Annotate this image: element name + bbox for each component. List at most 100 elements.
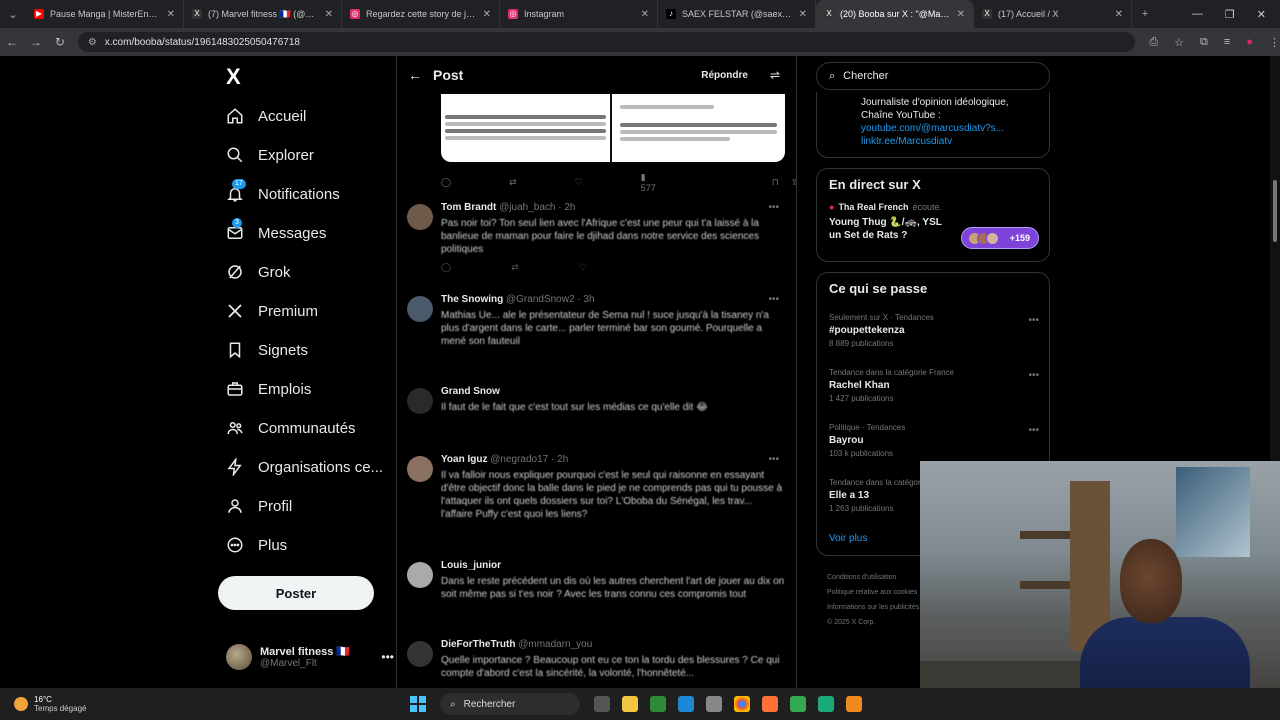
nav-item-more[interactable]: Plus (226, 532, 287, 558)
browser-tab[interactable]: ◎ Regardez cette story de john cr ✕ (342, 0, 500, 28)
reply-button[interactable]: Répondre (701, 70, 748, 81)
browser-tab[interactable]: X (7) Marvel fitness 🇫🇷 (@Marvel_ ✕ (184, 0, 342, 28)
post-media-image[interactable] (441, 94, 785, 162)
linktree-link[interactable]: linktr.ee/Marcusdiatv (861, 135, 1039, 148)
nav-item-premium[interactable]: Premium (226, 298, 318, 324)
avatar[interactable] (407, 641, 433, 667)
nav-item-explore[interactable]: Explorer (226, 142, 314, 168)
xbox-icon[interactable] (650, 696, 666, 712)
edge-icon[interactable] (678, 696, 694, 712)
back-arrow-icon[interactable]: ← (0, 35, 24, 49)
install-app-icon[interactable]: ⎙ (1149, 36, 1158, 49)
bookmark-icon[interactable]: ⊓ (772, 177, 779, 188)
reply-author[interactable]: Louis_junior (441, 560, 785, 571)
browser-tab[interactable]: ♪ SAEX FELSTAR (@saexfelstar) | ✕ (658, 0, 816, 28)
more-dots-icon[interactable]: ••• (1028, 315, 1039, 326)
reply-icon[interactable]: ◯ (441, 262, 451, 273)
repost-icon[interactable]: ⇄ (511, 262, 519, 273)
close-tab-icon[interactable]: ✕ (1115, 9, 1123, 20)
search-input[interactable]: ⌕ Chercher (816, 62, 1050, 90)
reply-author[interactable]: DieForTheTruth @mmadarn_you (441, 639, 785, 650)
avatar[interactable] (407, 456, 433, 482)
reply-author[interactable]: Grand Snow (441, 386, 785, 397)
store-icon[interactable] (706, 696, 722, 712)
live-host[interactable]: ● Tha Real French écoute. (829, 202, 1037, 212)
browser-tab-active[interactable]: X (20) Booba sur X : "@MarcusD ✕ (816, 0, 974, 28)
task-view-icon[interactable] (594, 696, 610, 712)
extensions-icon[interactable]: ⧉ (1200, 36, 1208, 49)
close-tab-icon[interactable]: ✕ (957, 9, 965, 20)
post-button[interactable]: Poster (218, 576, 374, 610)
minimize-icon[interactable]: — (1192, 8, 1203, 21)
close-tab-icon[interactable]: ✕ (483, 9, 491, 20)
close-tab-icon[interactable]: ✕ (641, 9, 649, 20)
x-logo-icon[interactable]: X (226, 64, 241, 90)
like-icon[interactable]: ♡ (575, 177, 583, 188)
taskbar-search[interactable]: ⌕ Rechercher (440, 693, 580, 715)
browser-menu-icon[interactable]: ⋮ (1269, 36, 1280, 49)
trend-item[interactable]: Tendance dans la catégorie France Rachel… (829, 368, 1039, 403)
close-window-icon[interactable]: ✕ (1257, 8, 1266, 21)
chrome-icon[interactable] (734, 696, 750, 712)
nav-item-bookmarks[interactable]: Signets (226, 337, 308, 363)
listeners-pill[interactable]: +159 (961, 227, 1039, 249)
account-switcher[interactable]: Marvel fitness 🇫🇷 @Marvel_Flt ••• (226, 644, 394, 670)
footer-link[interactable]: Conditions d'utilisation (827, 570, 919, 585)
space-title[interactable]: Young Thug 🐍/🚓, YSL un Set de Rats ? (829, 216, 953, 242)
reply-author[interactable]: Tom Brandt @juah_bach · 2h (441, 202, 785, 213)
trend-item[interactable]: Seulement sur X · Tendances #poupetteken… (829, 313, 1039, 348)
close-tab-icon[interactable]: ✕ (167, 9, 175, 20)
app-icon[interactable] (790, 696, 806, 712)
more-dots-icon[interactable]: ••• (768, 294, 779, 305)
reload-icon[interactable]: ↻ (48, 35, 72, 49)
avatar[interactable] (407, 204, 433, 230)
close-tab-icon[interactable]: ✕ (799, 9, 807, 20)
more-dots-icon[interactable]: ••• (381, 650, 394, 664)
reply-icon[interactable]: ◯ (441, 177, 451, 188)
more-dots-icon[interactable]: ••• (1028, 370, 1039, 381)
nav-item-messages[interactable]: 3 Messages (226, 218, 326, 246)
profile-icon[interactable]: ● (1246, 36, 1253, 49)
share-icon[interactable]: ⇪ (791, 177, 796, 188)
maximize-icon[interactable]: ❐ (1225, 8, 1235, 21)
like-icon[interactable]: ♡ (579, 262, 587, 273)
windows-start-icon[interactable] (410, 696, 426, 712)
repost-icon[interactable]: ⇄ (509, 177, 517, 188)
more-dots-icon[interactable]: ••• (768, 202, 779, 213)
nav-item-communities[interactable]: Communautés (226, 415, 356, 441)
reply-author[interactable]: The Snowing @GrandSnow2 · 3h (441, 294, 785, 305)
firefox-icon[interactable] (762, 696, 778, 712)
filter-sliders-icon[interactable]: ⇌ (770, 68, 780, 82)
nav-item-organizations[interactable]: Organisations ce... (226, 454, 383, 480)
scrollbar-thumb[interactable] (1273, 180, 1277, 242)
see-more-link[interactable]: Voir plus (829, 533, 867, 544)
nav-item-grok[interactable]: Grok (226, 259, 291, 285)
bookmark-star-icon[interactable]: ☆ (1174, 36, 1184, 49)
app-icon[interactable] (818, 696, 834, 712)
footer-link[interactable]: Politique relative aux cookies (827, 585, 919, 600)
avatar[interactable] (407, 296, 433, 322)
nav-item-home[interactable]: Accueil (226, 103, 306, 129)
more-dots-icon[interactable]: ••• (1028, 425, 1039, 436)
vlc-icon[interactable] (846, 696, 862, 712)
forward-arrow-icon[interactable]: → (24, 35, 48, 49)
more-dots-icon[interactable]: ••• (768, 454, 779, 465)
reading-list-icon[interactable]: ≡ (1224, 36, 1230, 49)
youtube-link[interactable]: youtube.com/@marcusdiatv?s... (861, 122, 1039, 135)
nav-item-profile[interactable]: Profil (226, 493, 292, 519)
nav-item-notifications[interactable]: 17 Notifications (226, 179, 340, 207)
file-explorer-icon[interactable] (622, 696, 638, 712)
reply-author[interactable]: Yoan Iguz @negrado17 · 2h (441, 454, 785, 465)
trend-item[interactable]: Politique · Tendances Bayrou 103 k publi… (829, 423, 1039, 458)
avatar[interactable] (407, 388, 433, 414)
nav-item-jobs[interactable]: Emplois (226, 376, 311, 402)
browser-tab[interactable]: ◎ Instagram ✕ (500, 0, 658, 28)
back-arrow-icon[interactable]: ← (397, 67, 433, 83)
weather-widget[interactable]: 16°C Temps dégagé (0, 695, 400, 713)
avatar[interactable] (407, 562, 433, 588)
tab-list-chevron-icon[interactable]: ⌄ (0, 8, 26, 21)
new-tab-plus-icon[interactable]: + (1132, 8, 1158, 20)
footer-link[interactable]: Informations sur les publicités (827, 600, 919, 615)
close-tab-icon[interactable]: ✕ (325, 9, 333, 20)
address-bar[interactable]: ⚙ x.com/booba/status/1961483025050476718 (77, 32, 1136, 52)
